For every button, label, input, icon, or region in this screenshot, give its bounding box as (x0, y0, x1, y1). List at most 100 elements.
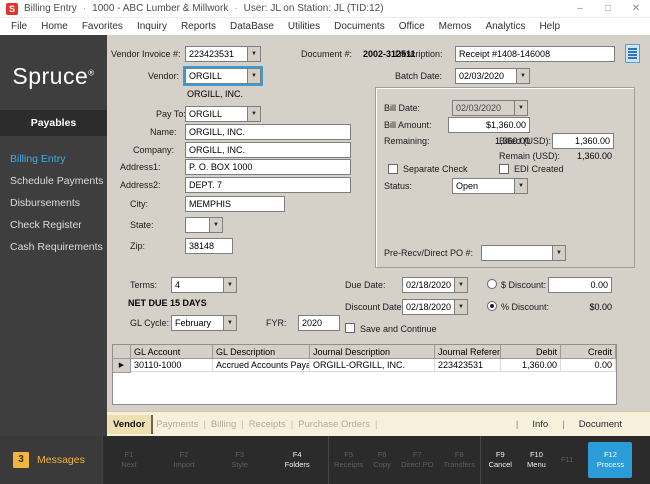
column-header-gl-account[interactable]: GL Account (131, 345, 213, 359)
billed-usd-field[interactable]: 1,360.00 (552, 133, 614, 149)
document-list-icon[interactable] (625, 44, 640, 63)
column-header-debit[interactable]: Debit (501, 345, 561, 359)
description-field[interactable]: Receipt #1408-146008 (455, 46, 615, 62)
messages-panel[interactable]: 3 Messages (0, 436, 102, 484)
city-field[interactable]: MEMPHIS (185, 196, 285, 212)
dropdown-arrow-icon[interactable]: ▼ (516, 69, 529, 83)
dropdown-arrow-icon[interactable]: ▼ (209, 218, 222, 232)
menu-item-memos[interactable]: Memos (432, 21, 479, 32)
sidebar-item-cash-requirements[interactable]: Cash Requirements (0, 236, 107, 258)
close-icon[interactable]: ✕ (622, 0, 650, 18)
dollar-discount-radio[interactable] (487, 279, 497, 289)
table-row[interactable]: ▶ 30110-1000 Accrued Accounts Payable OR… (113, 359, 616, 373)
cell-gl-account[interactable]: 30110-1000 (131, 359, 213, 372)
menu-item-favorites[interactable]: Favorites (75, 21, 130, 32)
f5-receipts-button[interactable]: F5 Receipts (334, 450, 363, 470)
tab-payments[interactable]: Payments (153, 419, 201, 430)
cell-credit[interactable]: 0.00 (561, 359, 616, 372)
cell-gl-description[interactable]: Accrued Accounts Payable (213, 359, 310, 372)
save-continue-label: Save and Continue (360, 324, 437, 334)
messages-count-badge[interactable]: 3 (13, 452, 29, 468)
dropdown-arrow-icon[interactable]: ▼ (454, 300, 467, 314)
f7-direct-po-button[interactable]: F7 Direct PO (401, 450, 434, 470)
f12-process-button[interactable]: F12 Process (588, 442, 633, 478)
tab-document[interactable]: Document (579, 419, 622, 430)
menu-item-database[interactable]: DataBase (223, 21, 281, 32)
dropdown-arrow-icon[interactable]: ▼ (223, 316, 236, 330)
due-date-combo[interactable]: 02/18/2020 ▼ (402, 277, 468, 293)
zip-label: Zip: (130, 241, 146, 251)
terms-combo[interactable]: 4 ▼ (171, 277, 237, 293)
minimize-icon[interactable]: – (566, 0, 594, 18)
f1-next-button[interactable]: F1 Next (121, 450, 136, 470)
dropdown-arrow-icon[interactable]: ▼ (247, 47, 260, 61)
vendor-combo[interactable]: ORGILL ▼ (183, 66, 263, 86)
tab-receipts[interactable]: Receipts (246, 419, 289, 430)
tab-purchase-orders[interactable]: Purchase Orders (295, 419, 373, 430)
gl-cycle-combo[interactable]: February ▼ (171, 315, 237, 331)
f8-transfers-button[interactable]: F8 Transfers (444, 450, 475, 470)
column-header-credit[interactable]: Credit (561, 345, 616, 359)
f9-cancel-button[interactable]: F9 Cancel (489, 450, 512, 470)
dropdown-arrow-icon[interactable]: ▼ (223, 278, 236, 292)
column-header-journal-description[interactable]: Journal Description (310, 345, 435, 359)
menu-item-home[interactable]: Home (34, 21, 75, 32)
tab-vendor[interactable]: Vendor (107, 414, 154, 434)
sidebar-item-billing-entry[interactable]: Billing Entry (0, 148, 107, 170)
column-header-journal-reference[interactable]: Journal Reference (435, 345, 501, 359)
separate-check-checkbox[interactable] (388, 164, 398, 174)
dropdown-arrow-icon[interactable]: ▼ (247, 69, 260, 83)
batch-date-combo[interactable]: 02/03/2020 ▼ (455, 68, 530, 84)
bill-date-label: Bill Date: (384, 103, 421, 113)
menu-item-analytics[interactable]: Analytics (478, 21, 532, 32)
discount-date-combo[interactable]: 02/18/2020 ▼ (402, 299, 468, 315)
sidebar-item-schedule-payments[interactable]: Schedule Payments (0, 170, 107, 192)
percent-discount-radio[interactable] (487, 301, 497, 311)
dropdown-arrow-icon[interactable]: ▼ (514, 179, 527, 193)
state-combo[interactable]: ▼ (185, 217, 223, 233)
zip-field[interactable]: 38148 (185, 238, 233, 254)
tab-billing[interactable]: Billing (208, 419, 239, 430)
cell-journal-description[interactable]: ORGILL-ORGILL, INC. (310, 359, 435, 372)
name-label: Name: (150, 127, 177, 137)
save-continue-checkbox[interactable] (345, 323, 355, 333)
f2-import-button[interactable]: F2 Import (173, 450, 194, 470)
tab-info[interactable]: Info (532, 419, 548, 430)
menu-item-office[interactable]: Office (392, 21, 432, 32)
name-field[interactable]: ORGILL, INC. (185, 124, 351, 140)
menu-item-help[interactable]: Help (532, 21, 567, 32)
fyr-field[interactable]: 2020 (298, 315, 340, 331)
f3-style-button[interactable]: F3 Style (231, 450, 248, 470)
app-logo-icon: S (6, 2, 18, 15)
f4-folders-button[interactable]: F4 Folders (285, 450, 310, 470)
maximize-icon[interactable]: □ (594, 0, 622, 18)
dropdown-arrow-icon[interactable]: ▼ (552, 246, 565, 260)
address2-field[interactable]: DEPT. 7 (185, 177, 351, 193)
column-header-gl-description[interactable]: GL Description (213, 345, 310, 359)
vendor-invoice-combo[interactable]: 223423531 ▼ (185, 46, 261, 62)
dropdown-arrow-icon[interactable]: ▼ (454, 278, 467, 292)
sidebar-item-check-register[interactable]: Check Register (0, 214, 107, 236)
dollar-discount-field[interactable]: 0.00 (548, 277, 612, 293)
company-field[interactable]: ORGILL, INC. (185, 142, 351, 158)
status-combo[interactable]: Open ▼ (452, 178, 528, 194)
menu-item-reports[interactable]: Reports (174, 21, 223, 32)
tab-separator: | (375, 418, 378, 430)
f6-copy-button[interactable]: F6 Copy (373, 450, 391, 470)
address1-field[interactable]: P. O. BOX 1000 (185, 159, 351, 175)
f10-menu-button[interactable]: F10 Menu (527, 450, 546, 470)
edi-created-checkbox[interactable] (499, 164, 509, 174)
f11-button[interactable]: F11 (561, 455, 573, 465)
cell-journal-reference[interactable]: 223423531 (435, 359, 501, 372)
pay-to-combo[interactable]: ORGILL ▼ (185, 106, 261, 122)
cell-debit[interactable]: 1,360.00 (501, 359, 561, 372)
sidebar-section-payables: Payables (0, 110, 107, 136)
sidebar-item-disbursements[interactable]: Disbursements (0, 192, 107, 214)
bill-amount-field[interactable]: $1,360.00 (448, 117, 530, 133)
menu-item-inquiry[interactable]: Inquiry (130, 21, 174, 32)
dropdown-arrow-icon[interactable]: ▼ (247, 107, 260, 121)
pre-recv-combo[interactable]: ▼ (481, 245, 566, 261)
menu-item-utilities[interactable]: Utilities (281, 21, 327, 32)
menu-item-file[interactable]: File (4, 21, 34, 32)
menu-item-documents[interactable]: Documents (327, 21, 392, 32)
